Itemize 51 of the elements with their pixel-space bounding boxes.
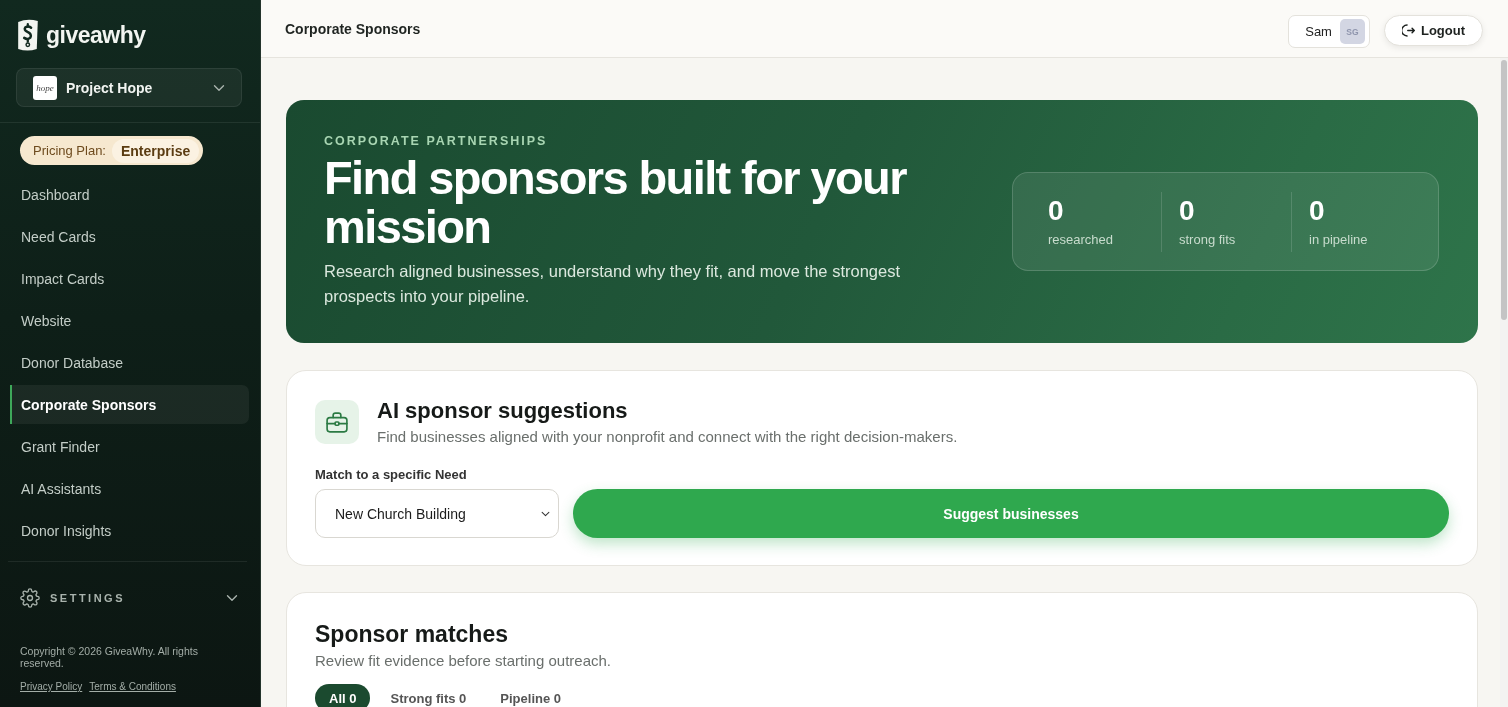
page-title: Corporate Sponsors [285,20,422,37]
logo-icon [16,18,40,52]
scrollbar-track[interactable] [1500,58,1508,707]
hero-title: Find sponsors built for your mission [324,153,908,251]
chevron-icon [541,510,550,517]
card-description: Review fit evidence before starting outreach. [315,651,612,671]
user-menu[interactable]: Sam SG [1288,15,1370,48]
sidebar-item[interactable]: Donor Insights [10,511,249,550]
project-name: Project Hope [66,79,154,96]
scrollbar-thumb[interactable] [1501,60,1507,320]
sidebar-item[interactable]: Dashboard [10,175,249,214]
pricing-plan-value: Enterprise [112,138,200,163]
filter-tab[interactable]: Pipeline 0 [486,684,575,707]
project-logo: hope [33,75,57,100]
settings-toggle[interactable]: SETTINGS [0,580,260,616]
user-avatar: SG [1339,19,1365,44]
logout-button[interactable]: Logout [1383,14,1483,46]
sidebar-item[interactable]: Grant Finder [10,427,249,466]
card-title: AI sponsor suggestions [377,398,629,424]
card-title: Sponsor matches [315,620,509,648]
field-label: Match to a specific Need [315,467,468,483]
filter-tab[interactable]: Strong fits 0 [376,684,481,707]
settings-label: SETTINGS [50,592,126,604]
need-select[interactable]: New Church Building [315,489,559,538]
hero-eyebrow: CORPORATE PARTNERSHIPS [324,134,549,149]
footer-link[interactable]: Privacy Policy [20,681,83,692]
settings-icon [20,588,40,608]
sidebar-item[interactable]: Impact Cards [10,259,249,298]
sidebar-item[interactable]: AI Assistants [10,469,249,508]
stat-label: strong fits [1179,231,1237,248]
sidebar-item[interactable]: Need Cards [10,217,249,256]
copyright-text: Copyright © 2026 GiveaWhy. All rights reserved. [20,645,199,669]
briefcase-icon [315,400,359,444]
footer-link[interactable]: Terms & Conditions [89,681,176,692]
chevron-icon [213,83,225,92]
logout-icon [1401,23,1415,37]
sidebar-item[interactable]: Website [10,301,249,340]
user-name: Sam [1305,24,1332,39]
stat-value: 0 [1048,195,1065,226]
hero-description: Research aligned businesses, understand why they fit, and move the strongest prospects into your pipeline. [324,261,901,307]
sidebar-item[interactable]: Donor Database [10,343,249,382]
stat-label: in pipeline [1309,231,1369,248]
card-description: Find businesses aligned with your nonprofit and connect with the right decision-makers. [377,427,958,447]
pricing-plan-label: Pricing Plan: [33,143,106,158]
filter-tab[interactable]: All 0 [315,684,371,707]
stat-value: 0 [1179,195,1196,226]
project-selector[interactable]: hope Project Hope [16,68,242,107]
stat-value: 0 [1309,195,1326,226]
stat-label: researched [1048,231,1115,248]
sidebar-item[interactable]: Corporate Sponsors [10,385,249,424]
logo-wordmark: giveawhy [46,21,146,49]
